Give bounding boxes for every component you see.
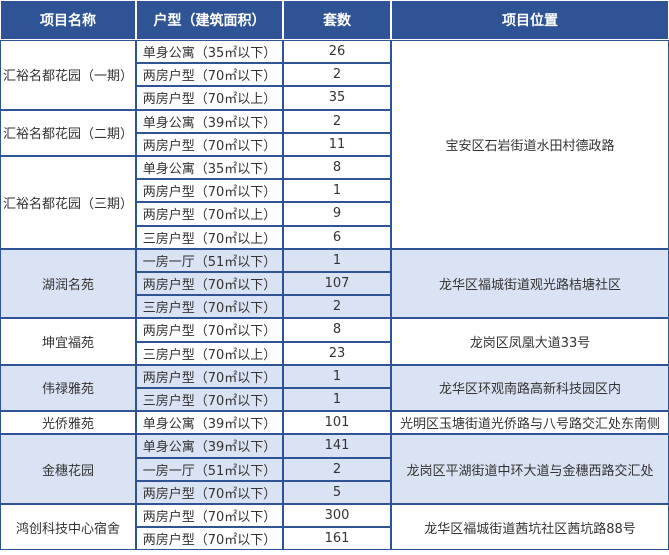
project-location: 宝安区石岩街道水田村德政路 — [391, 40, 669, 249]
unit-type-cell: 三房户型（70㎡以下） — [136, 295, 283, 319]
unit-type-cell: 两房户型（70㎡以下） — [136, 364, 283, 388]
project-name: 鸿创科技中心宿舍 — [0, 504, 136, 551]
unit-count-cell: 1 — [283, 248, 391, 272]
unit-count-cell: 2 — [283, 457, 391, 481]
unit-count-cell: 9 — [283, 202, 391, 226]
unit-type-cell: 单身公寓（39㎡以下） — [136, 109, 283, 133]
unit-count-cell: 23 — [283, 341, 391, 365]
unit-type-cell: 两房户型（70㎡以上） — [136, 202, 283, 226]
unit-count-cell: 1 — [283, 388, 391, 412]
project-name: 光侨雅苑 — [0, 411, 136, 435]
unit-count-cell: 8 — [283, 156, 391, 180]
unit-count-cell: 107 — [283, 272, 391, 296]
unit-type-cell: 两房户型（70㎡以下） — [136, 504, 283, 528]
unit-type-cell: 两房户型（70㎡以上） — [136, 86, 283, 110]
unit-count-cell: 141 — [283, 434, 391, 458]
project-name: 金穗花园 — [0, 434, 136, 504]
unit-type-cell: 三房户型（70㎡以上） — [136, 341, 283, 365]
unit-type-cell: 三房户型（70㎡以下） — [136, 388, 283, 412]
unit-count-cell: 161 — [283, 527, 391, 551]
project-name: 伟禄雅苑 — [0, 364, 136, 412]
unit-type-cell: 单身公寓（39㎡以下） — [136, 434, 283, 458]
unit-count-cell: 2 — [283, 295, 391, 319]
unit-count-cell: 6 — [283, 225, 391, 249]
unit-count-cell: 26 — [283, 40, 391, 64]
unit-type-cell: 两房户型（70㎡以下） — [136, 480, 283, 504]
housing-table: 项目名称 户型（建筑面积） 套数 项目位置 汇裕名都花园（一期） 汇裕名都花园（… — [0, 0, 669, 555]
project-name: 汇裕名都花园（二期） — [0, 109, 136, 156]
header-unit-count: 套数 — [283, 0, 391, 40]
unit-type-cell: 两房户型（70㎡以下） — [136, 63, 283, 87]
unit-type-cell: 单身公寓（35㎡以下） — [136, 156, 283, 180]
project-location: 龙华区环观南路高新科技园区内 — [391, 364, 669, 412]
unit-type-cell: 单身公寓（39㎡以下） — [136, 411, 283, 435]
project-location: 龙岗区平湖街道中环大道与金穗西路交汇处 — [391, 434, 669, 504]
project-location: 龙岗区凤凰大道33号 — [391, 318, 669, 365]
unit-count-cell: 35 — [283, 86, 391, 110]
unit-type-cell: 三房户型（70㎡以上） — [136, 225, 283, 249]
unit-count-cell: 5 — [283, 480, 391, 504]
unit-count-cell: 300 — [283, 504, 391, 528]
project-name: 汇裕名都花园（一期） — [0, 40, 136, 110]
unit-type-cell: 两房户型（70㎡以下） — [136, 527, 283, 551]
unit-count-cell: 11 — [283, 132, 391, 156]
unit-type-cell: 两房户型（70㎡以下） — [136, 179, 283, 203]
unit-count-cell: 2 — [283, 63, 391, 87]
header-project-location: 项目位置 — [391, 0, 669, 40]
unit-count-cell: 8 — [283, 318, 391, 342]
unit-count-cell: 1 — [283, 179, 391, 203]
unit-type-cell: 两房户型（70㎡以下） — [136, 132, 283, 156]
project-name: 湖润名苑 — [0, 248, 136, 319]
header-project-name: 项目名称 — [0, 0, 136, 40]
unit-type-cell: 单身公寓（35㎡以下） — [136, 40, 283, 64]
unit-type-cell: 一房一厅（51㎡以下） — [136, 248, 283, 272]
project-name: 坤宜福苑 — [0, 318, 136, 365]
unit-count-cell: 101 — [283, 411, 391, 435]
unit-count-cell: 1 — [283, 364, 391, 388]
unit-type-cell: 一房一厅（51㎡以下） — [136, 457, 283, 481]
project-location: 龙华区福城街道观光路桔塘社区 — [391, 248, 669, 319]
project-location: 龙华区福城街道茜坑社区茜坑路88号 — [391, 504, 669, 551]
header-unit-type: 户型（建筑面积） — [136, 0, 283, 40]
unit-count-cell: 2 — [283, 109, 391, 133]
project-name: 汇裕名都花园（三期） — [0, 156, 136, 249]
unit-type-cell: 两房户型（70㎡以下） — [136, 318, 283, 342]
unit-type-cell: 两房户型（70㎡以下） — [136, 272, 283, 296]
project-location: 光明区玉塘街道光侨路与八号路交汇处东南侧 — [391, 411, 669, 435]
